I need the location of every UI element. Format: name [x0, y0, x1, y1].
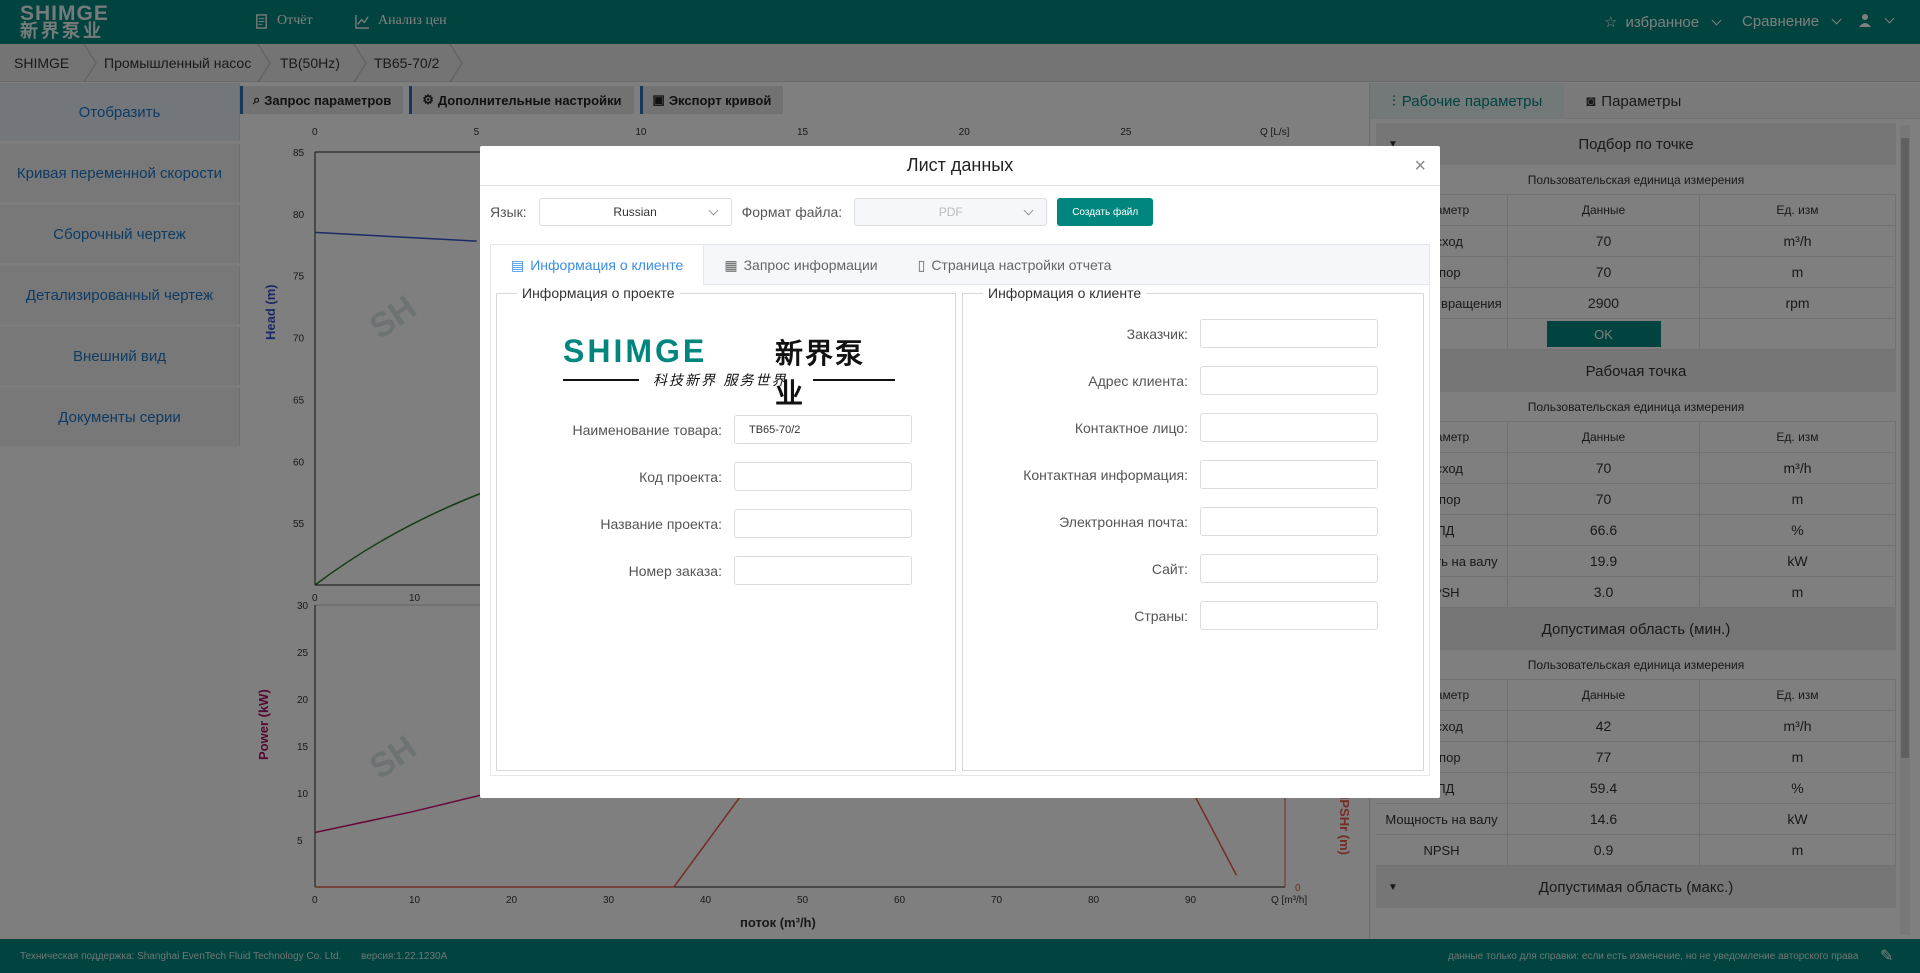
client-field-label: Заказчик:: [1126, 325, 1188, 342]
language-select[interactable]: Russian: [538, 198, 732, 226]
brand-logo-cn: 新界泵业: [775, 337, 866, 410]
client-field-row: Адрес клиента:: [983, 366, 1378, 395]
project-field-value: TB65-70/2: [749, 423, 801, 436]
shimge-brand-logo: SHIMGE 新界泵业 科技新界 服务世界: [563, 331, 895, 410]
dialog-title-bar: Лист данных ×: [480, 146, 1440, 186]
client-field-input[interactable]: [1200, 601, 1378, 630]
project-field-input[interactable]: TB65-70/2: [734, 415, 912, 444]
language-label: Язык:: [490, 204, 527, 220]
close-icon[interactable]: ×: [1414, 155, 1426, 178]
dialog-tabs: ▤ Информация о клиенте ▦ Запрос информац…: [490, 244, 1430, 285]
client-field-row: Контактная информация:: [983, 460, 1378, 489]
client-field-input[interactable]: [1200, 460, 1378, 489]
client-field-label: Адрес клиента:: [1088, 372, 1188, 389]
file-format-label: Формат файла:: [741, 204, 843, 220]
client-field-input[interactable]: [1200, 507, 1378, 536]
tab-info-request[interactable]: ▦ Запрос информации: [704, 245, 897, 285]
tab-info-request-label: Запрос информации: [743, 257, 878, 273]
project-field-label: Номер заказа:: [628, 562, 722, 579]
project-field-row: Номер заказа:: [517, 556, 912, 585]
project-field-input[interactable]: [734, 462, 912, 491]
chevron-down-icon: [1023, 205, 1034, 216]
project-field-input[interactable]: [734, 556, 912, 585]
client-field-row: Страны:: [983, 601, 1378, 630]
client-info-legend: Информация о клиенте: [988, 285, 1142, 301]
project-field-row: Код проекта:: [517, 462, 912, 491]
file-format-select-value: PDF: [938, 205, 963, 219]
project-info-fieldset: Информация о проекте SHIMGE 新界泵业 科技新界 服务…: [496, 285, 956, 771]
client-field-input[interactable]: [1200, 554, 1378, 583]
tab-client-info-label: Информация о клиенте: [530, 257, 684, 273]
client-field-label: Электронная почта:: [1059, 513, 1188, 530]
client-field-row: Сайт:: [983, 554, 1378, 583]
tab-report-settings[interactable]: ▯ Страница настройки отчета: [898, 245, 1132, 285]
project-field-label: Название проекта:: [600, 515, 722, 532]
project-field-label: Код проекта:: [639, 468, 722, 485]
create-file-button[interactable]: Создать файл: [1057, 198, 1154, 226]
document-icon: ▯: [917, 256, 926, 273]
client-field-label: Контактная информация:: [1023, 466, 1188, 483]
logo-rule-left: [563, 379, 639, 381]
project-field-input[interactable]: [734, 509, 912, 538]
clipboard-icon: ▦: [724, 256, 738, 273]
client-field-input[interactable]: [1200, 366, 1378, 395]
language-select-value: Russian: [613, 205, 657, 219]
client-field-input[interactable]: [1200, 319, 1378, 348]
client-field-label: Контактное лицо:: [1074, 419, 1188, 436]
project-field-label: Наименование товара:: [572, 421, 722, 438]
client-field-row: Заказчик:: [983, 319, 1378, 348]
logo-rule-right: [813, 379, 895, 381]
client-field-label: Сайт:: [1151, 560, 1188, 577]
tab-client-info[interactable]: ▤ Информация о клиенте: [491, 245, 705, 285]
project-field-row: Название проекта:: [517, 509, 912, 538]
tab-report-settings-label: Страница настройки отчета: [931, 257, 1112, 273]
datasheet-dialog: Лист данных × Язык: Russian Формат файла…: [480, 146, 1440, 798]
client-field-input[interactable]: [1200, 413, 1378, 442]
project-info-legend: Информация о проекте: [522, 285, 675, 301]
brand-slogan: 科技新界 服务世界: [653, 373, 788, 389]
id-card-icon: ▤: [511, 256, 525, 273]
client-info-tab-content: Информация о проекте SHIMGE 新界泵业 科技新界 服务…: [490, 285, 1430, 776]
client-info-fieldset: Информация о клиенте Заказчик: Адрес клие…: [962, 285, 1424, 771]
client-field-label: Страны:: [1134, 607, 1188, 624]
client-field-row: Электронная почта:: [983, 507, 1378, 536]
brand-logo-en: SHIMGE: [563, 333, 708, 369]
project-field-row: Наименование товара: TB65-70/2: [517, 415, 912, 444]
dialog-options-row: Язык: Russian Формат файла: PDF Создать …: [490, 198, 1154, 226]
client-field-row: Контактное лицо:: [983, 413, 1378, 442]
dialog-title: Лист данных: [906, 155, 1014, 175]
chevron-down-icon: [708, 205, 719, 216]
file-format-select[interactable]: PDF: [854, 198, 1048, 226]
